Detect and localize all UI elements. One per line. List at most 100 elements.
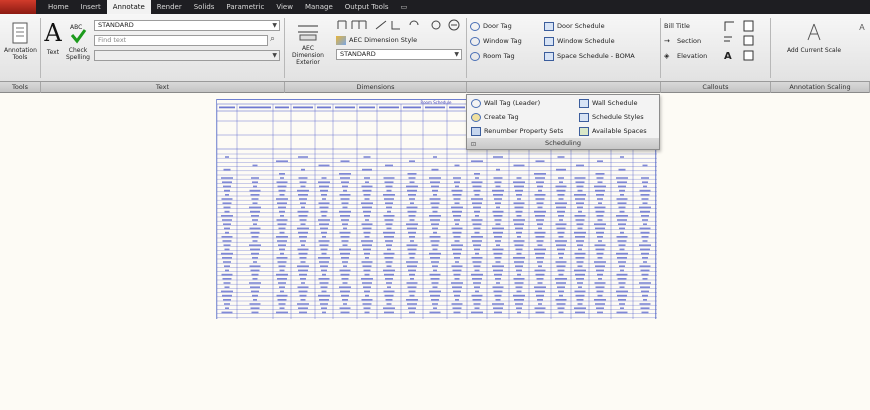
scale-list-icon[interactable]: Ａ bbox=[858, 22, 866, 33]
tab-annotate[interactable]: Annotate bbox=[106, 0, 151, 14]
text-height-select[interactable]: ▼ bbox=[94, 50, 280, 61]
cell-text-mark bbox=[406, 223, 418, 225]
tab-manage[interactable]: Manage bbox=[299, 0, 339, 14]
cell-text-mark bbox=[576, 185, 584, 188]
cell-text-mark bbox=[596, 290, 604, 293]
cell-text-mark bbox=[364, 290, 370, 293]
cell-text-mark bbox=[643, 185, 647, 188]
panel-label-dimensions[interactable]: Dimensions bbox=[285, 82, 467, 93]
tab-insert[interactable]: Insert bbox=[75, 0, 107, 14]
window-tag-button[interactable]: Window Tag bbox=[470, 35, 522, 47]
cell-text-mark bbox=[575, 236, 585, 238]
window-schedule-button[interactable]: Window Schedule bbox=[544, 35, 615, 47]
renumber-property-sets-button[interactable]: Renumber Property Sets bbox=[471, 125, 563, 137]
wall-tag-leader-button[interactable]: Wall Tag (Leader) bbox=[471, 97, 540, 109]
svg-text:A: A bbox=[724, 51, 732, 62]
cell-text-mark bbox=[517, 236, 521, 238]
cell-text-mark bbox=[297, 303, 309, 305]
cell-text-mark bbox=[224, 248, 230, 251]
cell-text-mark bbox=[364, 273, 370, 276]
cell-text-mark bbox=[474, 173, 480, 175]
cell-text-mark bbox=[299, 181, 307, 183]
cell-text-mark bbox=[221, 177, 233, 179]
cell-text-mark bbox=[280, 177, 284, 179]
text-button[interactable]: A Text bbox=[42, 20, 64, 56]
pin-icon[interactable]: ⊡ bbox=[471, 141, 476, 148]
text-style-select[interactable]: STANDARD ▼ bbox=[94, 20, 280, 31]
panel-label-callouts[interactable]: Callouts bbox=[661, 82, 771, 93]
cell-text-mark bbox=[433, 307, 437, 309]
cell-text-mark bbox=[514, 206, 524, 209]
callout-tools-grid[interactable]: A bbox=[722, 19, 762, 65]
cell-text-mark bbox=[643, 223, 647, 225]
cell-text-mark bbox=[339, 269, 351, 272]
cell-text-mark bbox=[595, 210, 605, 213]
panel-label-tools[interactable]: Tools bbox=[0, 82, 41, 93]
bill-title-button[interactable]: Bill Title bbox=[664, 20, 690, 32]
tab-view[interactable]: View bbox=[270, 0, 299, 14]
cell-text-mark bbox=[616, 236, 628, 238]
panel-label-scheduling-blank[interactable] bbox=[467, 82, 661, 93]
cell-text-mark bbox=[279, 210, 285, 213]
application-menu-button[interactable] bbox=[0, 0, 36, 14]
cell-text-mark bbox=[322, 311, 326, 314]
dimension-tools-row[interactable] bbox=[336, 18, 468, 32]
cell-text-mark bbox=[249, 206, 261, 209]
panel-label-annotation-scaling[interactable]: Annotation Scaling bbox=[771, 82, 870, 93]
cell-text-mark bbox=[409, 198, 415, 200]
panel-label-text[interactable]: Text bbox=[41, 82, 285, 93]
cell-text-mark bbox=[361, 278, 373, 280]
annotation-tools-button[interactable]: Annotation Tools bbox=[4, 22, 37, 61]
cell-text-mark bbox=[596, 252, 604, 255]
check-spelling-button[interactable]: ABC Check Spelling bbox=[64, 22, 92, 61]
cell-text-mark bbox=[253, 223, 257, 225]
cell-text-mark bbox=[596, 194, 604, 196]
scheduling-panel-title[interactable]: Scheduling bbox=[467, 138, 659, 149]
cell-text-mark bbox=[452, 269, 462, 272]
cell-text-mark bbox=[496, 206, 500, 209]
space-schedule-button[interactable]: Space Schedule - BOMA bbox=[544, 50, 635, 62]
wall-schedule-button[interactable]: Wall Schedule bbox=[579, 97, 638, 109]
cell-text-mark bbox=[535, 198, 545, 200]
find-icon[interactable]: ⌕ bbox=[270, 34, 275, 44]
schedule-styles-button[interactable]: Schedule Styles bbox=[579, 111, 644, 123]
door-tag-button[interactable]: Door Tag bbox=[470, 20, 512, 32]
cell-text-mark bbox=[616, 177, 628, 179]
tab-solids[interactable]: Solids bbox=[188, 0, 221, 14]
tab-parametric[interactable]: Parametric bbox=[220, 0, 270, 14]
elevation-button[interactable]: ◈ Elevation bbox=[664, 50, 707, 62]
cell-text-mark bbox=[639, 206, 651, 209]
cell-text-mark bbox=[322, 273, 326, 276]
cell-text-mark bbox=[429, 273, 441, 276]
ribbon-minimize-icon[interactable]: ▭ bbox=[395, 0, 414, 14]
tab-home[interactable]: Home bbox=[42, 0, 75, 14]
aec-dimension-style-button[interactable]: AEC Dimension Style bbox=[336, 34, 417, 46]
chevron-down-icon: ▼ bbox=[272, 52, 277, 59]
create-tag-button[interactable]: Create Tag bbox=[471, 111, 519, 123]
cell-text-mark bbox=[642, 240, 648, 242]
cell-text-mark bbox=[576, 223, 584, 225]
find-text-input[interactable]: Find text bbox=[94, 35, 268, 46]
cell-text-mark bbox=[252, 240, 258, 242]
cell-text-mark bbox=[249, 282, 261, 284]
cell-text-mark bbox=[225, 231, 229, 234]
room-tag-button[interactable]: Room Tag bbox=[470, 50, 515, 62]
cell-text-mark bbox=[386, 244, 392, 246]
add-current-scale-button[interactable]: Add Current Scale bbox=[774, 22, 854, 54]
cell-text-mark bbox=[279, 194, 285, 196]
cell-text-mark bbox=[495, 261, 501, 263]
aec-dimension-button[interactable]: AEC Dimension Exterior bbox=[288, 22, 328, 66]
cell-text-mark bbox=[386, 303, 392, 305]
section-button[interactable]: → Section bbox=[664, 35, 701, 47]
cell-text-mark bbox=[223, 282, 231, 284]
dimension-style-select[interactable]: STANDARD ▼ bbox=[336, 49, 462, 60]
cell-text-mark bbox=[363, 248, 371, 251]
tab-render[interactable]: Render bbox=[151, 0, 188, 14]
cell-text-mark bbox=[365, 257, 369, 259]
cell-text-mark bbox=[298, 156, 308, 158]
available-spaces-button[interactable]: Available Spaces bbox=[579, 125, 647, 137]
cell-text-mark bbox=[595, 173, 605, 175]
tab-output-tools[interactable]: Output Tools bbox=[339, 0, 395, 14]
cell-text-mark bbox=[385, 240, 393, 242]
door-schedule-button[interactable]: Door Schedule bbox=[544, 20, 605, 32]
